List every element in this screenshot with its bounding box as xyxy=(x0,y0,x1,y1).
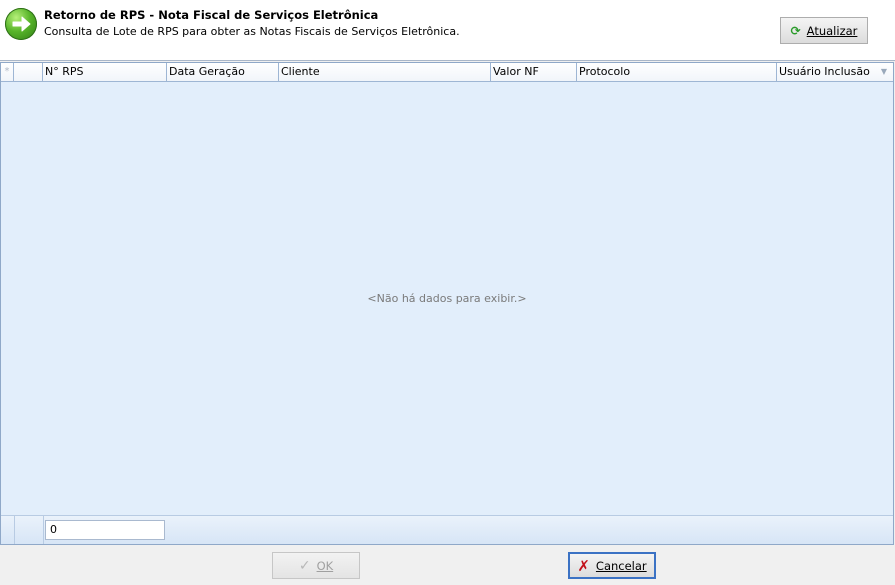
footer-divider xyxy=(43,516,44,544)
column-header-valor-nf[interactable]: Valor NF xyxy=(491,63,577,81)
ok-button[interactable]: ✓ OK xyxy=(272,552,360,579)
cancel-button-label: Cancelar xyxy=(595,558,647,573)
column-header-usuario-label: Usuário Inclusão xyxy=(779,65,870,78)
cancel-button[interactable]: ✗ Cancelar xyxy=(568,552,656,579)
column-header-cliente[interactable]: Cliente xyxy=(279,63,491,81)
page-title: Retorno de RPS - Nota Fiscal de Serviços… xyxy=(44,8,379,22)
column-header-usuario-inclusao[interactable]: Usuário Inclusão ▼ xyxy=(777,63,893,81)
column-header-protocolo[interactable]: Protocolo xyxy=(577,63,777,81)
grid-footer: 0 xyxy=(1,515,893,544)
refresh-button[interactable]: ⟳ Atualizar xyxy=(780,17,868,44)
footer-divider xyxy=(14,516,15,544)
column-header-rps[interactable]: N° RPS xyxy=(43,63,167,81)
refresh-button-label: Atualizar xyxy=(806,23,858,38)
new-row-indicator: * xyxy=(1,63,14,81)
refresh-icon: ⟳ xyxy=(790,23,801,38)
record-count: 0 xyxy=(45,520,165,540)
grid-header: * N° RPS Data Geração Cliente Valor NF P… xyxy=(1,63,893,82)
arrow-right-icon xyxy=(5,8,37,40)
chevron-down-icon: ▼ xyxy=(880,67,887,76)
column-header-data-geracao[interactable]: Data Geração xyxy=(167,63,279,81)
header-panel: Retorno de RPS - Nota Fiscal de Serviços… xyxy=(0,0,895,61)
column-header-blank[interactable] xyxy=(14,63,43,81)
data-grid[interactable]: * N° RPS Data Geração Cliente Valor NF P… xyxy=(0,62,894,545)
ok-button-label: OK xyxy=(316,558,334,573)
page-subtitle: Consulta de Lote de RPS para obter as No… xyxy=(44,25,460,38)
empty-grid-message: <Não há dados para exibir.> xyxy=(367,292,527,305)
checkmark-icon: ✓ xyxy=(298,557,311,574)
close-icon: ✗ xyxy=(577,556,590,575)
